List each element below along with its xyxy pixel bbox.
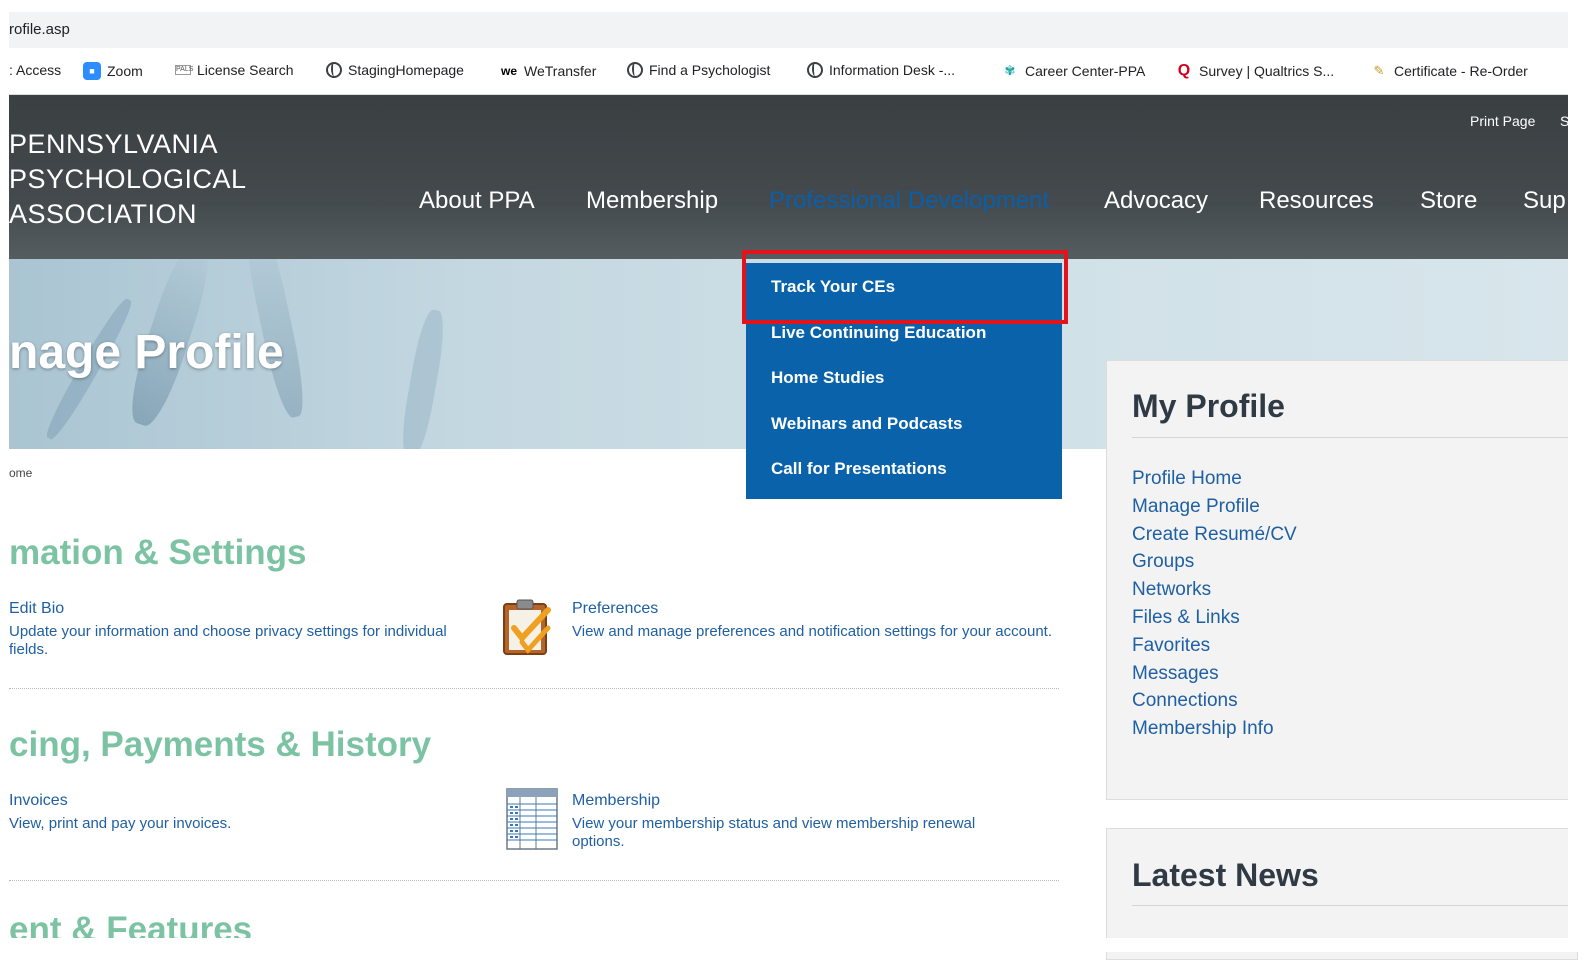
- bookmark-label: WeTransfer: [524, 63, 597, 79]
- profile-link-favorites[interactable]: Favorites: [1132, 632, 1297, 660]
- membership-link[interactable]: Membership: [572, 792, 660, 810]
- preferences-link[interactable]: Preferences: [572, 600, 658, 618]
- profile-link-resume[interactable]: Create Resumé/CV: [1132, 521, 1297, 549]
- panel-divider: [1132, 905, 1591, 906]
- dropdown-item-call-presentations[interactable]: Call for Presentations: [771, 459, 947, 479]
- highlight-box: [742, 250, 1068, 324]
- crop-margin-bottom: [0, 938, 1591, 952]
- dropdown-item-webinars-podcasts[interactable]: Webinars and Podcasts: [771, 414, 962, 434]
- section-heading-invoicing-payments: cing, Payments & History: [9, 725, 432, 764]
- bookmark-information-desk[interactable]: Information Desk -...: [807, 62, 955, 78]
- logo-line: ASSOCIATION: [9, 199, 198, 229]
- bookmark-staging-homepage[interactable]: StagingHomepage: [326, 62, 464, 78]
- certificate-icon: ✎: [1373, 63, 1385, 78]
- bookmark-license-search[interactable]: PALS License Search: [175, 62, 294, 78]
- invoices-description: View, print and pay your invoices.: [9, 815, 232, 832]
- profile-link-home[interactable]: Profile Home: [1132, 465, 1297, 493]
- crop-margin-right: [1568, 0, 1591, 952]
- nav-support[interactable]: Sup: [1523, 187, 1566, 215]
- profile-link-messages[interactable]: Messages: [1132, 660, 1297, 688]
- address-bar[interactable]: rofile.asp: [0, 12, 1591, 48]
- edit-bio-description: Update your information and choose priva…: [9, 623, 447, 658]
- bookmark-label: Information Desk -...: [829, 62, 956, 78]
- crop-margin-left: [0, 0, 9, 952]
- wetransfer-icon: we: [500, 64, 517, 78]
- bookmark-label: : Access: [9, 62, 62, 78]
- globe-icon: [326, 62, 342, 78]
- site-header: PENNSYLVANIA PSYCHOLOGICAL ASSOCIATION P…: [0, 95, 1591, 259]
- bookmark-zoom[interactable]: ■ Zoom: [83, 62, 143, 80]
- clipboard-check-icon: [503, 599, 551, 655]
- url-text[interactable]: rofile.asp: [9, 21, 70, 38]
- bookmark-career-center[interactable]: ✾ Career Center-PPA: [1001, 62, 1146, 80]
- nav-membership[interactable]: Membership: [586, 187, 718, 215]
- page-title: nage Profile: [9, 326, 284, 379]
- profile-links: Profile Home Manage Profile Create Resum…: [1132, 465, 1297, 743]
- dropdown-item-home-studies[interactable]: Home Studies: [771, 368, 884, 388]
- profile-link-manage[interactable]: Manage Profile: [1132, 493, 1297, 521]
- logo-line: PENNSYLVANIA: [9, 129, 219, 159]
- print-page-link[interactable]: Print Page: [1470, 113, 1535, 129]
- profile-link-files[interactable]: Files & Links: [1132, 604, 1297, 632]
- crop-margin-top: [0, 0, 1591, 12]
- section-heading-information-settings: mation & Settings: [9, 533, 307, 572]
- bookmark-label: Zoom: [107, 63, 143, 79]
- hero-decoration: [397, 307, 449, 449]
- panel-divider: [1132, 437, 1591, 438]
- profile-link-membership-info[interactable]: Membership Info: [1132, 715, 1297, 743]
- bookmark-label: StagingHomepage: [348, 62, 464, 78]
- qualtrics-icon: Q: [1177, 62, 1191, 79]
- bookmark-label: License Search: [197, 62, 294, 78]
- preferences-description: View and manage preferences and notifica…: [572, 623, 1053, 640]
- nav-about-ppa[interactable]: About PPA: [419, 187, 535, 215]
- bookmark-label: Certificate - Re-Order: [1394, 63, 1528, 79]
- logo-line: PSYCHOLOGICAL: [9, 164, 247, 194]
- license-icon: PALS: [175, 65, 194, 75]
- zoom-icon: ■: [83, 62, 101, 80]
- section-divider: [9, 880, 1059, 881]
- section-divider: [9, 688, 1059, 689]
- globe-icon: [627, 62, 643, 78]
- bookmark-label: Find a Psychologist: [649, 62, 771, 78]
- breadcrumb[interactable]: ome: [9, 466, 32, 480]
- nav-resources[interactable]: Resources: [1259, 187, 1374, 215]
- career-icon: ✾: [1004, 63, 1016, 78]
- bookmark-access[interactable]: : Access: [9, 62, 61, 78]
- spreadsheet-icon: [506, 788, 558, 850]
- ppa-logo[interactable]: PENNSYLVANIA PSYCHOLOGICAL ASSOCIATION: [9, 127, 247, 232]
- bookmark-label: Career Center-PPA: [1025, 63, 1146, 79]
- bookmark-label: Survey | Qualtrics S...: [1199, 63, 1335, 79]
- bookmark-qualtrics[interactable]: Q Survey | Qualtrics S...: [1175, 62, 1334, 80]
- my-profile-panel: My Profile Profile Home Manage Profile C…: [1106, 360, 1591, 800]
- bookmark-wetransfer[interactable]: we WeTransfer: [500, 62, 596, 80]
- profile-link-networks[interactable]: Networks: [1132, 576, 1297, 604]
- nav-store[interactable]: Store: [1420, 187, 1477, 215]
- my-profile-title: My Profile: [1132, 388, 1285, 424]
- dropdown-item-live-ce[interactable]: Live Continuing Education: [771, 323, 986, 343]
- globe-icon: [807, 62, 823, 78]
- bookmark-certificate[interactable]: ✎ Certificate - Re-Order: [1370, 62, 1528, 80]
- profile-link-groups[interactable]: Groups: [1132, 548, 1297, 576]
- invoices-link[interactable]: Invoices: [9, 792, 68, 810]
- membership-description: View your membership status and view mem…: [572, 815, 976, 850]
- nav-advocacy[interactable]: Advocacy: [1104, 187, 1208, 215]
- profile-link-connections[interactable]: Connections: [1132, 687, 1297, 715]
- bookmark-find-psychologist[interactable]: Find a Psychologist: [627, 62, 770, 78]
- nav-professional-development[interactable]: Professional Development: [769, 187, 1049, 215]
- edit-bio-link[interactable]: Edit Bio: [9, 600, 64, 618]
- bookmarks-bar: : Access ■ Zoom PALS License Search Stag…: [0, 48, 1591, 95]
- latest-news-title: Latest News: [1132, 857, 1319, 893]
